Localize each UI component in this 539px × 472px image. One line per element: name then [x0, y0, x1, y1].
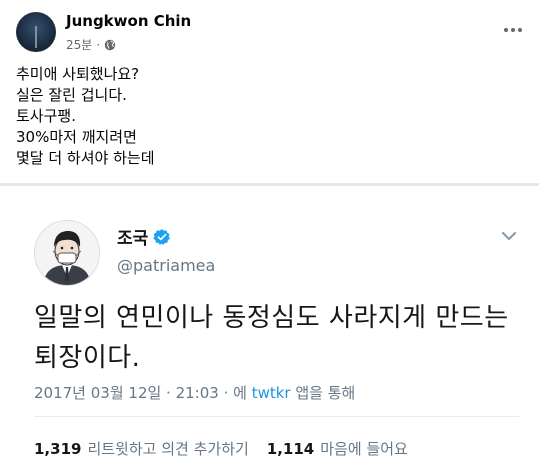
meta-separator: ·	[96, 37, 101, 52]
avatar-image-detail	[35, 26, 37, 48]
tweet-text-line: 일말의 연민이나 동정심도 사라지게 만드는	[34, 303, 509, 333]
tweet-separator	[34, 416, 519, 417]
tweet-author-handle[interactable]: @patriamea	[117, 256, 215, 275]
tweet-source-link[interactable]: twtkr	[252, 384, 291, 402]
tweet-author-name-text: 조국	[117, 229, 149, 249]
post-body: 추미애 사퇴했나요? 실은 잘린 겁니다. 토사구팽. 30%마저 깨지려면 몇…	[16, 64, 155, 169]
facebook-post: Jungkwon Chin 25분 · 추미애 사퇴했나요? 실은 잘린 겁니다…	[0, 0, 539, 186]
likes-count: 1,114	[266, 440, 315, 458]
likes-stat[interactable]: 1,114 마음에 들어요	[267, 438, 408, 459]
more-options-button[interactable]	[501, 20, 525, 40]
tweet-author-name[interactable]: 조국	[117, 224, 171, 249]
post-line: 실은 잘린 겁니다.	[16, 86, 127, 104]
tweet-date[interactable]: 2017년 03월 12일 · 21:03 · 에	[34, 384, 247, 402]
tweet-stats: 1,319 리트윗하고 의견 추가하기 1,114 마음에 들어요	[34, 438, 426, 459]
tweet-text-line: 퇴장이다.	[34, 343, 141, 373]
author-name[interactable]: Jungkwon Chin	[66, 12, 191, 30]
globe-icon[interactable]	[104, 39, 116, 51]
tweet-author-avatar[interactable]	[34, 220, 100, 286]
retweets-count: 1,319	[34, 440, 82, 458]
tweet-text: 일말의 연민이나 동정심도 사라지게 만드는 퇴장이다.	[34, 298, 509, 378]
verified-badge-icon	[153, 228, 171, 245]
likes-label: 마음에 들어요	[320, 440, 408, 458]
chevron-down-icon[interactable]	[501, 230, 517, 242]
post-time[interactable]: 25분	[66, 36, 92, 53]
post-line: 토사구팽.	[16, 107, 76, 125]
more-horizontal-icon	[511, 28, 515, 32]
tweet-source-suffix: 앱을 통해	[295, 384, 356, 402]
tweet-timestamp: 2017년 03월 12일 · 21:03 · 에 twtkr 앱을 통해	[34, 382, 355, 403]
post-line: 30%마저 깨지려면	[16, 128, 137, 146]
retweets-stat[interactable]: 1,319 리트윗하고 의견 추가하기	[34, 438, 249, 459]
more-horizontal-icon	[518, 28, 522, 32]
more-horizontal-icon	[504, 28, 508, 32]
embedded-tweet[interactable]: 조국 @patriamea 일말의 연민이나 동정심도 사라지게 만드는 퇴장이…	[0, 186, 539, 472]
post-line: 몇달 더 하셔야 하는데	[16, 149, 155, 167]
retweets-label: 리트윗하고 의견 추가하기	[87, 440, 249, 458]
author-avatar[interactable]	[16, 12, 56, 52]
post-meta: 25분 ·	[66, 36, 116, 53]
post-line: 추미애 사퇴했나요?	[16, 65, 140, 83]
person-avatar-illustration	[35, 221, 99, 285]
